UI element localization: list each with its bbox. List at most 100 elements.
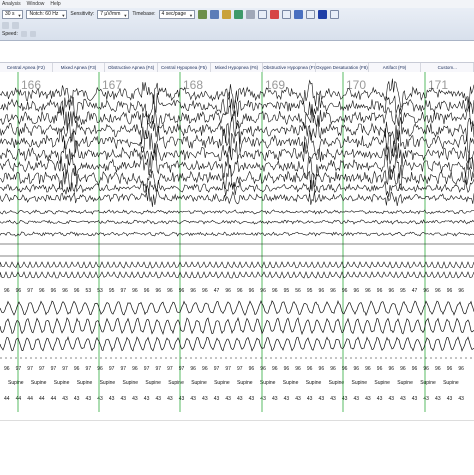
spo2-value: 96 xyxy=(179,288,185,294)
abdominal-effort-trace xyxy=(0,336,474,352)
spo2-value: 96 xyxy=(16,288,22,294)
sao2-value: 96 xyxy=(330,366,336,372)
spo2-value: 96 xyxy=(74,288,80,294)
arrow-right-icon[interactable] xyxy=(12,21,19,29)
toolbar-spacer xyxy=(0,41,474,62)
timebase-select[interactable]: 4 sec/page ▼ xyxy=(158,9,196,19)
notch-select[interactable]: Notch: 60 Hz ▼ xyxy=(26,9,68,19)
help-icon[interactable] xyxy=(318,9,328,19)
sao2-value: 96 xyxy=(447,366,453,372)
position-value: Supine xyxy=(397,380,413,386)
heart-rate-value: 43 xyxy=(237,396,243,402)
speed-down-icon[interactable] xyxy=(20,31,27,37)
position-value: Supine xyxy=(31,380,47,386)
sao2-value: 96 xyxy=(435,366,441,372)
event-obstructive-apnea-button[interactable]: Obstructive Apnea (F4) xyxy=(105,63,159,72)
sao2-value: 97 xyxy=(225,366,231,372)
spo2-value: 96 xyxy=(167,288,173,294)
heart-rate-value: 43 xyxy=(97,396,103,402)
spo2-value: 96 xyxy=(354,288,360,294)
heart-rate-value: 43 xyxy=(121,396,127,402)
heart-rate-value: 43 xyxy=(435,396,441,402)
cursor-icon[interactable] xyxy=(282,9,292,19)
event-obstructive-hypopnea-button[interactable]: Obstructive Hypopnea (F7) xyxy=(263,63,317,72)
sao2-value: 97 xyxy=(121,366,127,372)
marker-icon[interactable] xyxy=(270,9,280,19)
heart-rate-value: 43 xyxy=(74,396,80,402)
menu-window[interactable]: Window xyxy=(27,0,45,8)
position-value: Supine xyxy=(443,380,459,386)
arrow-left-icon[interactable] xyxy=(2,21,9,29)
sao2-value: 96 xyxy=(272,366,278,372)
sao2-value: 96 xyxy=(132,366,138,372)
heart-rate-value: 43 xyxy=(109,396,115,402)
heart-rate-value: 43 xyxy=(144,396,150,402)
spo2-value: 96 xyxy=(155,288,161,294)
heart-rate-value: 43 xyxy=(447,396,453,402)
signal-canvas[interactable]: 166 167 168 169 170 171 96 96 97 96 96 96 96 53 53 95 97… xyxy=(0,72,474,420)
position-value: Supine xyxy=(123,380,139,386)
spo2-value: 96 xyxy=(365,288,371,294)
event-central-apnea-button[interactable]: Central Apnea (F2) xyxy=(0,63,53,72)
event-central-hypopnea-button[interactable]: Central Hypopnea (F5) xyxy=(158,63,211,72)
airflow-trace xyxy=(0,299,474,317)
position-value: Supine xyxy=(420,380,436,386)
display-duration-select[interactable]: 30 s ▼ xyxy=(2,9,24,19)
event-custom-button[interactable]: Custom... xyxy=(421,63,474,72)
menu-help[interactable]: Help xyxy=(50,0,60,8)
event-artifact-button[interactable]: Artifact (F9) xyxy=(369,63,422,72)
heart-rate-value: 43 xyxy=(458,396,464,402)
heart-rate-value: 43 xyxy=(365,396,371,402)
sao2-value: 97 xyxy=(16,366,22,372)
spo2-value: 96 xyxy=(202,288,208,294)
sao2-value: 96 xyxy=(307,366,313,372)
sao2-value: 96 xyxy=(249,366,255,372)
emg-trace xyxy=(0,209,474,215)
spo2-value: 96 xyxy=(377,288,383,294)
spo2-value: 53 xyxy=(86,288,92,294)
montage-icon[interactable] xyxy=(198,9,208,19)
event-mixed-hypopnea-button[interactable]: Mixed Hypopnea (F6) xyxy=(211,63,264,72)
position-value: Supine xyxy=(54,380,70,386)
filter-icon[interactable] xyxy=(210,9,220,19)
sao2-value: 96 xyxy=(365,366,371,372)
heart-rate-value: 43 xyxy=(132,396,138,402)
position-value: Supine xyxy=(191,380,207,386)
heart-rate-value: 43 xyxy=(225,396,231,402)
settings-icon[interactable] xyxy=(330,9,340,19)
print-icon[interactable] xyxy=(246,9,256,19)
report-icon[interactable] xyxy=(234,9,244,19)
spo2-value: 96 xyxy=(62,288,68,294)
sensitivity-value: 7 µV/mm xyxy=(100,10,121,17)
spo2-value: 97 xyxy=(27,288,33,294)
sensitivity-select[interactable]: 7 µV/mm ▼ xyxy=(97,9,130,19)
zoom-icon[interactable] xyxy=(258,9,268,19)
spo2-value: 96 xyxy=(237,288,243,294)
position-value: Supine xyxy=(100,380,116,386)
speed-up-icon[interactable] xyxy=(29,31,36,37)
chevron-down-icon: ▼ xyxy=(123,12,128,18)
sao2-value: 97 xyxy=(144,366,150,372)
heart-rate-value: 43 xyxy=(330,396,336,402)
eeg-trace xyxy=(0,115,474,145)
menu-analysis[interactable]: Analysis xyxy=(2,0,21,8)
spo2-value: 96 xyxy=(330,288,336,294)
position-value: Supine xyxy=(306,380,322,386)
event-mixed-apnea-button[interactable]: Mixed Apnea (F3) xyxy=(53,63,106,72)
polysomnography-traces[interactable]: 166 167 168 169 170 17196 96 97 96 96 96 96 53 53 95 97… xyxy=(0,72,474,420)
sao2-value: 96 xyxy=(190,366,196,372)
folder-icon[interactable] xyxy=(222,9,232,19)
video-icon[interactable] xyxy=(294,9,304,19)
event-oxygen-desaturation-button[interactable]: Oxygen Desaturation (F8) xyxy=(316,63,369,72)
pointer-icon[interactable] xyxy=(306,9,316,19)
chevron-down-icon: ▼ xyxy=(61,12,66,18)
heart-rate-value: 43 xyxy=(295,396,301,402)
heart-rate-value: 43 xyxy=(272,396,278,402)
spo2-value: 47 xyxy=(214,288,220,294)
spo2-value: 96 xyxy=(132,288,138,294)
sao2-value: 96 xyxy=(4,366,10,372)
eeg-trace xyxy=(0,139,474,170)
heart-rate-value: 43 xyxy=(86,396,92,402)
spo2-value: 95 xyxy=(109,288,115,294)
spo2-value: 56 xyxy=(295,288,301,294)
